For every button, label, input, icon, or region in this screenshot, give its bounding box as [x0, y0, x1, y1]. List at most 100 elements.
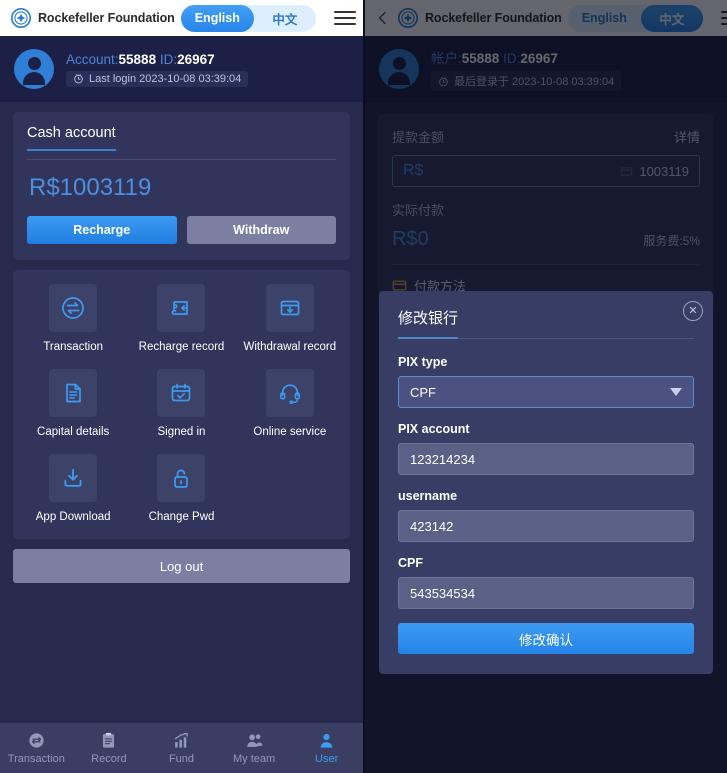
- nav-label: My team: [232, 753, 276, 765]
- menu-grid: Transaction Recharge record Withdrawal r…: [19, 284, 344, 523]
- right-panel: Rockefeller Foundation English 中文 帐户:558…: [363, 0, 727, 773]
- right-account-strip: 帐户:55888 ID:26967 最后登录于 2023-10-08 03:39…: [365, 36, 727, 102]
- hamburger-icon[interactable]: [333, 7, 356, 29]
- grid-label: Online service: [253, 426, 327, 438]
- withdraw-currency-placeholder: R$: [403, 162, 424, 179]
- exchange-circle-icon: [49, 284, 98, 332]
- withdraw-amount-input[interactable]: R$ 1003119: [392, 155, 700, 187]
- menu-grid-card: Transaction Recharge record Withdrawal r…: [13, 270, 350, 539]
- lang-english-button[interactable]: English: [568, 5, 641, 32]
- all-balance-icon: [620, 165, 633, 178]
- grid-item-app-download[interactable]: App Download: [19, 454, 127, 523]
- modal-submit-button[interactable]: 修改确认: [398, 623, 694, 654]
- id-label: ID:: [159, 51, 178, 67]
- language-toggle[interactable]: English 中文: [180, 4, 316, 32]
- username-input[interactable]: 423142: [398, 510, 694, 542]
- withdraw-all-balance[interactable]: 1003119: [620, 164, 689, 179]
- compass-badge-icon: [10, 7, 32, 29]
- last-login-badge: 最后登录于 2023-10-08 03:39:04: [431, 71, 622, 91]
- user-avatar-icon: [379, 49, 419, 89]
- grid-label: Change Pwd: [148, 511, 215, 523]
- grid-label: Transaction: [43, 341, 103, 353]
- left-content: Cash account R$1003119 Recharge Withdraw: [0, 102, 363, 583]
- actual-payment-label: 实际付款: [392, 203, 445, 218]
- nav-item-user[interactable]: User: [290, 731, 363, 765]
- grid-item-transaction[interactable]: Transaction: [19, 284, 127, 353]
- recharge-button[interactable]: Recharge: [27, 216, 177, 244]
- last-login-badge: Last login 2023-10-08 03:39:04: [66, 70, 249, 87]
- account-value: 55888: [118, 51, 157, 67]
- nav-item-fund[interactable]: Fund: [145, 731, 218, 765]
- card-down-icon: [265, 284, 314, 332]
- id-value: 26967: [520, 51, 558, 66]
- pix-type-value: CPF: [410, 384, 436, 400]
- nav-label: Fund: [168, 753, 195, 765]
- screenshot-stage: Rockefeller Foundation English 中文 Accoun…: [0, 0, 727, 773]
- close-circle-icon[interactable]: ✕: [683, 301, 703, 321]
- last-login-text: Last login 2023-10-08 03:39:04: [89, 72, 242, 85]
- logout-button[interactable]: Log out: [13, 549, 350, 583]
- nav-label: Transaction: [7, 753, 65, 765]
- account-line: 帐户:55888 ID:26967: [431, 47, 621, 67]
- language-toggle[interactable]: English 中文: [567, 4, 703, 32]
- nav-label: Record: [91, 753, 127, 765]
- download-tray-icon: [49, 454, 98, 502]
- calendar-check-icon: [157, 369, 206, 417]
- brand-name: Rockefeller Foundation: [38, 11, 175, 25]
- modal-title: 修改银行: [398, 307, 459, 339]
- right-topbar: Rockefeller Foundation English 中文: [365, 0, 727, 36]
- withdraw-detail-link[interactable]: 详情: [674, 127, 700, 146]
- compass-badge-icon: [397, 7, 419, 29]
- grid-item-change-pwd[interactable]: Change Pwd: [127, 454, 235, 523]
- all-balance-value: 1003119: [639, 163, 689, 179]
- grid-label: Recharge record: [138, 341, 225, 353]
- nav-item-my-team[interactable]: My team: [218, 731, 291, 765]
- id-value: 26967: [177, 51, 215, 67]
- field-label-cpf: CPF: [398, 556, 423, 570]
- clock-icon: [73, 73, 84, 84]
- grid-label: App Download: [35, 511, 111, 523]
- cash-account-title: Cash account: [27, 125, 116, 151]
- cpf-input[interactable]: 543534534: [398, 577, 694, 609]
- document-lines-icon: [49, 369, 98, 417]
- account-label: 帐户:: [431, 51, 462, 66]
- grid-item-online-service[interactable]: Online service: [236, 369, 344, 438]
- grid-item-withdrawal-record[interactable]: Withdrawal record: [236, 284, 344, 353]
- lang-chinese-button[interactable]: 中文: [254, 5, 316, 32]
- lang-english-button[interactable]: English: [180, 4, 254, 32]
- person-icon: [320, 733, 333, 748]
- hamburger-icon[interactable]: [720, 7, 727, 29]
- service-fee-label: 服务费:5%: [643, 234, 700, 248]
- pix-account-input[interactable]: 123214234: [398, 443, 694, 475]
- people-icon: [246, 734, 262, 747]
- cash-account-card: Cash account R$1003119 Recharge Withdraw: [13, 112, 350, 260]
- withdraw-button[interactable]: Withdraw: [186, 216, 336, 244]
- nav-item-transaction[interactable]: Transaction: [0, 731, 73, 765]
- bar-chart-up-icon: [174, 732, 188, 748]
- withdraw-card: 提款金额 详情 R$ 1003119 实际付款 R$0 服务费:5% 付款方法: [378, 114, 714, 308]
- chevron-down-icon: [670, 388, 682, 396]
- id-label: ID:: [503, 51, 521, 66]
- left-panel: Rockefeller Foundation English 中文 Accoun…: [0, 0, 363, 773]
- grid-item-signed-in[interactable]: Signed in: [127, 369, 235, 438]
- account-label: Account:: [66, 51, 119, 67]
- edit-bank-modal: ✕ 修改银行 PIX type CPF PIX account 12321423…: [379, 291, 713, 674]
- left-account-strip: Account:55888 ID:26967 Last login 2023-1…: [0, 36, 363, 102]
- chevron-left-icon[interactable]: [375, 10, 391, 26]
- brand-name: Rockefeller Foundation: [425, 11, 562, 25]
- withdraw-view: 提款金额 详情 R$ 1003119 实际付款 R$0 服务费:5% 付款方法: [365, 102, 727, 308]
- account-line: Account:55888 ID:26967: [66, 52, 248, 67]
- field-label-pix-account: PIX account: [398, 422, 470, 436]
- account-value: 55888: [461, 51, 500, 66]
- grid-item-recharge-record[interactable]: Recharge record: [127, 284, 235, 353]
- field-label-pix-type: PIX type: [398, 355, 448, 369]
- headset-icon: [265, 369, 314, 417]
- pix-type-select[interactable]: CPF: [398, 376, 694, 408]
- lang-chinese-button[interactable]: 中文: [640, 4, 703, 32]
- nav-item-record[interactable]: Record: [73, 731, 146, 765]
- open-padlock-icon: [157, 454, 206, 502]
- clipboard-icon: [103, 732, 115, 748]
- last-login-text: 最后登录于 2023-10-08 03:39:04: [454, 76, 615, 88]
- grid-label: Signed in: [157, 426, 206, 438]
- grid-item-capital-details[interactable]: Capital details: [19, 369, 127, 438]
